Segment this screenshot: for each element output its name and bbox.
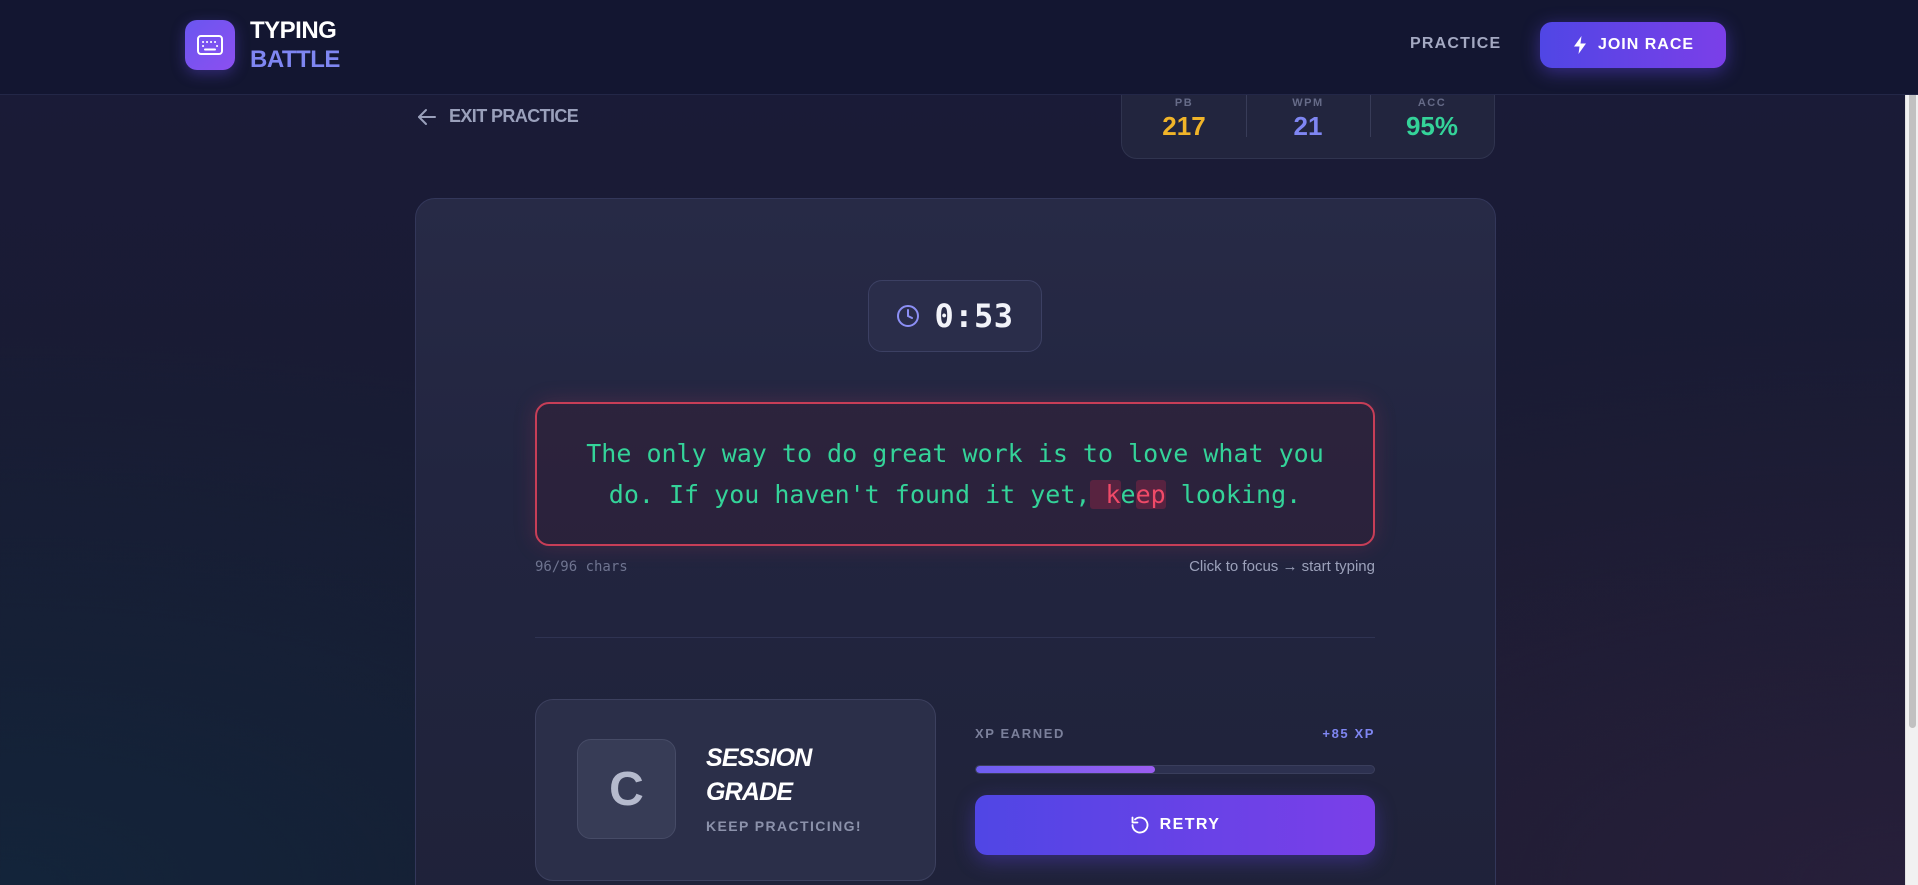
passage-error-1: k: [1090, 480, 1121, 509]
stat-acc: ACC 95%: [1370, 91, 1494, 141]
bolt-icon: [1573, 36, 1586, 54]
join-race-button[interactable]: JOIN RACE: [1540, 22, 1726, 68]
stat-wpm: WPM 21: [1246, 91, 1370, 141]
passage-correct-mid: e: [1120, 480, 1136, 509]
xp-earned-value: +85 XP: [1322, 726, 1375, 741]
typing-area[interactable]: The only way to do great work is to love…: [535, 402, 1375, 546]
timer: 0:53: [868, 280, 1042, 352]
page-scrollbar[interactable]: [1905, 0, 1918, 885]
logo-line-1: TYPING: [250, 17, 337, 44]
nav-practice-link[interactable]: PRACTICE: [1410, 35, 1501, 53]
logo-wordmark[interactable]: TYPING BATTLE: [250, 16, 340, 74]
logo-badge[interactable]: [185, 20, 235, 70]
top-nav: TYPING BATTLE PRACTICE JOIN RACE: [0, 0, 1918, 95]
grade-title: SESSION GRADE: [706, 744, 812, 806]
retry-button[interactable]: RETRY: [975, 795, 1375, 855]
exit-practice-button[interactable]: EXIT PRACTICE: [417, 106, 579, 127]
stat-acc-label: ACC: [1417, 97, 1447, 109]
stat-pb: PB 217: [1122, 97, 1246, 140]
scrollbar-thumb[interactable]: [1909, 40, 1916, 728]
stat-pb-label: PB: [1174, 97, 1194, 109]
logo-line-2: BATTLE: [250, 46, 340, 73]
grade-subtitle: KEEP PRACTICING!: [706, 818, 862, 834]
stat-acc-value: 95%: [1405, 111, 1459, 141]
exit-practice-label: EXIT PRACTICE: [449, 106, 579, 126]
clock-icon: [897, 305, 920, 327]
keyboard-icon: [197, 35, 223, 55]
passage-correct-after: looking.: [1165, 480, 1302, 509]
grade-letter: C: [577, 739, 676, 839]
arrow-left-icon: [418, 108, 436, 125]
xp-progress-bar: [975, 765, 1375, 774]
join-race-label: JOIN RACE: [1597, 36, 1695, 53]
stat-wpm-value: 21: [1293, 111, 1323, 141]
session-grade-panel: C SESSION GRADE KEEP PRACTICING!: [535, 699, 936, 881]
char-counter: 96/96 chars: [535, 559, 628, 575]
rotate-ccw-icon: [1131, 816, 1149, 834]
stat-pb-value: 217: [1162, 111, 1206, 141]
stat-wpm-label: WPM: [1292, 97, 1324, 109]
section-divider: [535, 637, 1375, 638]
xp-progress-fill: [976, 766, 1156, 773]
xp-earned-label: XP EARNED: [975, 726, 1066, 741]
passage-text: The only way to do great work is to love…: [565, 433, 1345, 515]
retry-label: RETRY: [1159, 816, 1221, 833]
passage-error-2: ep: [1135, 480, 1166, 509]
timer-value: 0:53: [934, 297, 1014, 335]
focus-hint: Click to focus → start typing: [1189, 558, 1375, 575]
